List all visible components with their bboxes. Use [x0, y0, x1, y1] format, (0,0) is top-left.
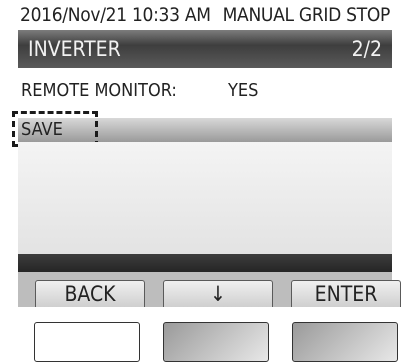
hardware-key-middle[interactable] — [163, 322, 269, 362]
datetime-text: 2016/Nov/21 10:33 AM — [20, 4, 211, 26]
enter-softkey-label: ENTER — [314, 282, 378, 306]
hardware-key-left[interactable] — [34, 322, 140, 362]
back-softkey[interactable]: BACK — [35, 280, 145, 307]
empty-list-area — [18, 142, 392, 254]
remote-monitor-value: YES — [228, 80, 259, 101]
hardware-key-right[interactable] — [292, 322, 398, 362]
back-softkey-label: BACK — [64, 282, 116, 306]
status-bar: 2016/Nov/21 10:33 AM MANUAL GRID STOP — [18, 0, 392, 30]
down-softkey[interactable]: ↓ — [163, 280, 273, 307]
softkey-separator — [18, 254, 392, 272]
down-arrow-icon: ↓ — [210, 282, 226, 306]
page-title: INVERTER — [28, 37, 121, 61]
softkey-bar: BACK ↓ ENTER — [18, 272, 401, 307]
remote-monitor-label: REMOTE MONITOR: — [21, 80, 177, 101]
title-bar: INVERTER 2/2 — [18, 30, 392, 68]
enter-softkey[interactable]: ENTER — [291, 280, 401, 307]
lcd-screen: 2016/Nov/21 10:33 AM MANUAL GRID STOP IN… — [12, 0, 401, 307]
mode-text: MANUAL GRID STOP — [222, 4, 391, 26]
page-indicator: 2/2 — [351, 37, 382, 61]
menu-item-save[interactable]: SAVE — [12, 111, 392, 147]
menu-item-remote-monitor[interactable]: REMOTE MONITOR: YES — [18, 70, 392, 112]
